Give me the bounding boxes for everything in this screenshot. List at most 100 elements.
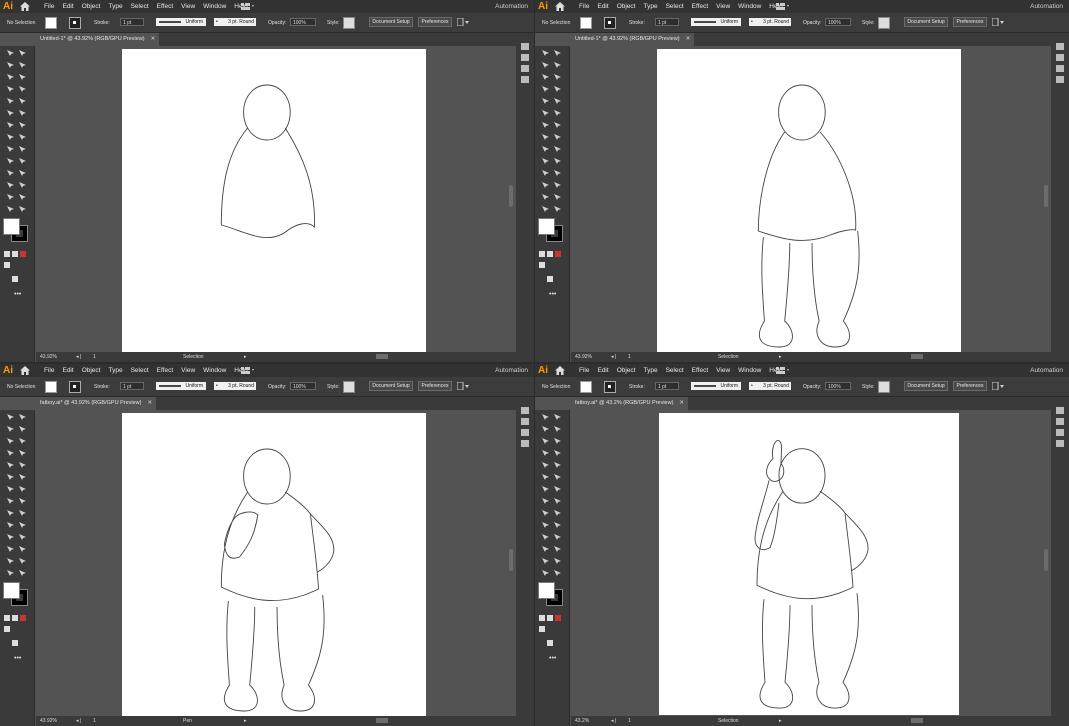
horizontal-scrollbar-thumb[interactable] (911, 718, 923, 723)
type-tool-icon[interactable] (6, 449, 15, 457)
symbol-sprayer-icon[interactable] (6, 545, 15, 553)
menu-select[interactable]: Select (131, 367, 149, 374)
rotate-tool-icon[interactable] (541, 485, 550, 493)
character-outline-path[interactable] (220, 448, 335, 712)
document-setup-button[interactable]: Document Setup (369, 17, 413, 27)
draw-mode-icon[interactable] (539, 251, 545, 257)
menu-edit[interactable]: Edit (62, 367, 73, 374)
magic-wand-icon[interactable] (6, 425, 15, 433)
graphic-style-swatch[interactable] (343, 381, 355, 393)
panel-icon-1[interactable] (1056, 407, 1064, 414)
menu-edit[interactable]: Edit (62, 3, 73, 10)
line-tool-icon[interactable] (18, 449, 27, 457)
close-icon[interactable]: ✕ (147, 400, 152, 406)
perspective-grid-icon[interactable] (18, 509, 27, 517)
status-menu-icon[interactable]: ▸ (779, 718, 782, 724)
preferences-button[interactable]: Preferences (953, 381, 987, 391)
type-tool-icon[interactable] (541, 85, 550, 93)
preferences-button[interactable]: Preferences (418, 17, 452, 27)
status-menu-icon[interactable]: ▸ (244, 354, 247, 360)
graph-tool-icon[interactable] (18, 545, 27, 553)
zoom-level[interactable]: 43.92% (575, 354, 592, 360)
mesh-tool-icon[interactable] (541, 521, 550, 529)
menu-edit[interactable]: Edit (597, 367, 608, 374)
shape-builder-icon[interactable] (6, 509, 15, 517)
paintbrush-icon[interactable] (553, 461, 562, 469)
artboard[interactable] (122, 413, 426, 718)
menu-file[interactable]: File (44, 367, 54, 374)
paintbrush-icon[interactable] (553, 97, 562, 105)
curvature-tool-icon[interactable] (18, 437, 27, 445)
screen-mode-icon[interactable] (4, 626, 10, 632)
stroke-weight-input[interactable]: 1 pt (120, 18, 144, 26)
panel-icon-2[interactable] (521, 418, 529, 425)
perspective-grid-icon[interactable] (553, 145, 562, 153)
vertical-scrollbar-thumb[interactable] (1044, 549, 1048, 571)
panel-icon-2[interactable] (1056, 54, 1064, 61)
pen-tool-icon[interactable] (541, 437, 550, 445)
scale-tool-icon[interactable] (18, 121, 27, 129)
canvas-area[interactable] (571, 410, 1051, 716)
blend-tool-icon[interactable] (553, 533, 562, 541)
graph-tool-icon[interactable] (553, 545, 562, 553)
panel-icon-4[interactable] (521, 76, 529, 83)
brush-definition-select[interactable]: • 3 pt. Round (749, 382, 791, 390)
shaper-tool-icon[interactable] (6, 473, 15, 481)
fill-swatch-icon[interactable] (538, 582, 555, 599)
slice-tool-icon[interactable] (18, 193, 27, 201)
magic-wand-icon[interactable] (541, 61, 550, 69)
direct-selection-tool-icon[interactable] (18, 49, 27, 57)
menu-window[interactable]: Window (738, 367, 761, 374)
scale-tool-icon[interactable] (553, 121, 562, 129)
panel-icon-1[interactable] (521, 407, 529, 414)
slice-tool-icon[interactable] (553, 193, 562, 201)
type-tool-icon[interactable] (541, 449, 550, 457)
status-menu-icon[interactable]: ▸ (244, 718, 247, 724)
perspective-grid-icon[interactable] (18, 145, 27, 153)
screen-mode-alt-icon[interactable] (547, 276, 553, 282)
document-tab[interactable]: Untitled-1* @ 43.92% (RGB/GPU Preview) ✕ (36, 33, 160, 46)
gradient-tool-icon[interactable] (553, 157, 562, 165)
menu-type[interactable]: Type (108, 3, 122, 10)
brush-definition-select[interactable]: • 3 pt. Round (749, 18, 791, 26)
automation-label[interactable]: Automation (1030, 367, 1063, 374)
ellipse-tool-icon[interactable] (6, 461, 15, 469)
pen-tool-icon[interactable] (541, 73, 550, 81)
horizontal-scrollbar-thumb[interactable] (376, 718, 388, 723)
automation-label[interactable]: Automation (1030, 3, 1063, 10)
preferences-button[interactable]: Preferences (953, 17, 987, 27)
eyedropper-icon[interactable] (541, 169, 550, 177)
fill-swatch-icon[interactable] (538, 218, 555, 235)
hand-tool-icon[interactable] (541, 569, 550, 577)
fill-color-swatch[interactable] (45, 17, 57, 29)
artboard-navigation-prev-icon[interactable]: ◂ | (76, 718, 81, 724)
fill-swatch-icon[interactable] (3, 582, 20, 599)
document-setup-button[interactable]: Document Setup (369, 381, 413, 391)
menu-select[interactable]: Select (666, 367, 684, 374)
character-outline-path[interactable] (754, 440, 869, 709)
panel-icon-3[interactable] (1056, 429, 1064, 436)
panel-icon-4[interactable] (1056, 76, 1064, 83)
eraser-icon[interactable] (553, 473, 562, 481)
lasso-icon[interactable] (553, 425, 562, 433)
screen-mode-alt-icon[interactable] (12, 640, 18, 646)
mesh-tool-icon[interactable] (6, 521, 15, 529)
workspace-switcher-icon[interactable] (776, 367, 790, 374)
curvature-tool-icon[interactable] (553, 437, 562, 445)
line-tool-icon[interactable] (553, 85, 562, 93)
menu-window[interactable]: Window (203, 3, 226, 10)
arrange-documents-icon[interactable] (457, 382, 471, 390)
horizontal-scrollbar-thumb[interactable] (376, 354, 388, 359)
menu-effect[interactable]: Effect (157, 3, 174, 10)
eyedropper-icon[interactable] (6, 533, 15, 541)
fill-color-swatch[interactable] (580, 381, 592, 393)
stroke-weight-input[interactable]: 1 pt (120, 382, 144, 390)
shape-builder-icon[interactable] (541, 145, 550, 153)
direct-selection-tool-icon[interactable] (553, 413, 562, 421)
scale-tool-icon[interactable] (553, 485, 562, 493)
symbol-sprayer-icon[interactable] (6, 181, 15, 189)
edit-toolbar-icon[interactable]: ••• (14, 655, 21, 662)
menu-select[interactable]: Select (666, 3, 684, 10)
document-setup-button[interactable]: Document Setup (904, 17, 948, 27)
brush-definition-select[interactable]: • 3 pt. Round (214, 18, 256, 26)
